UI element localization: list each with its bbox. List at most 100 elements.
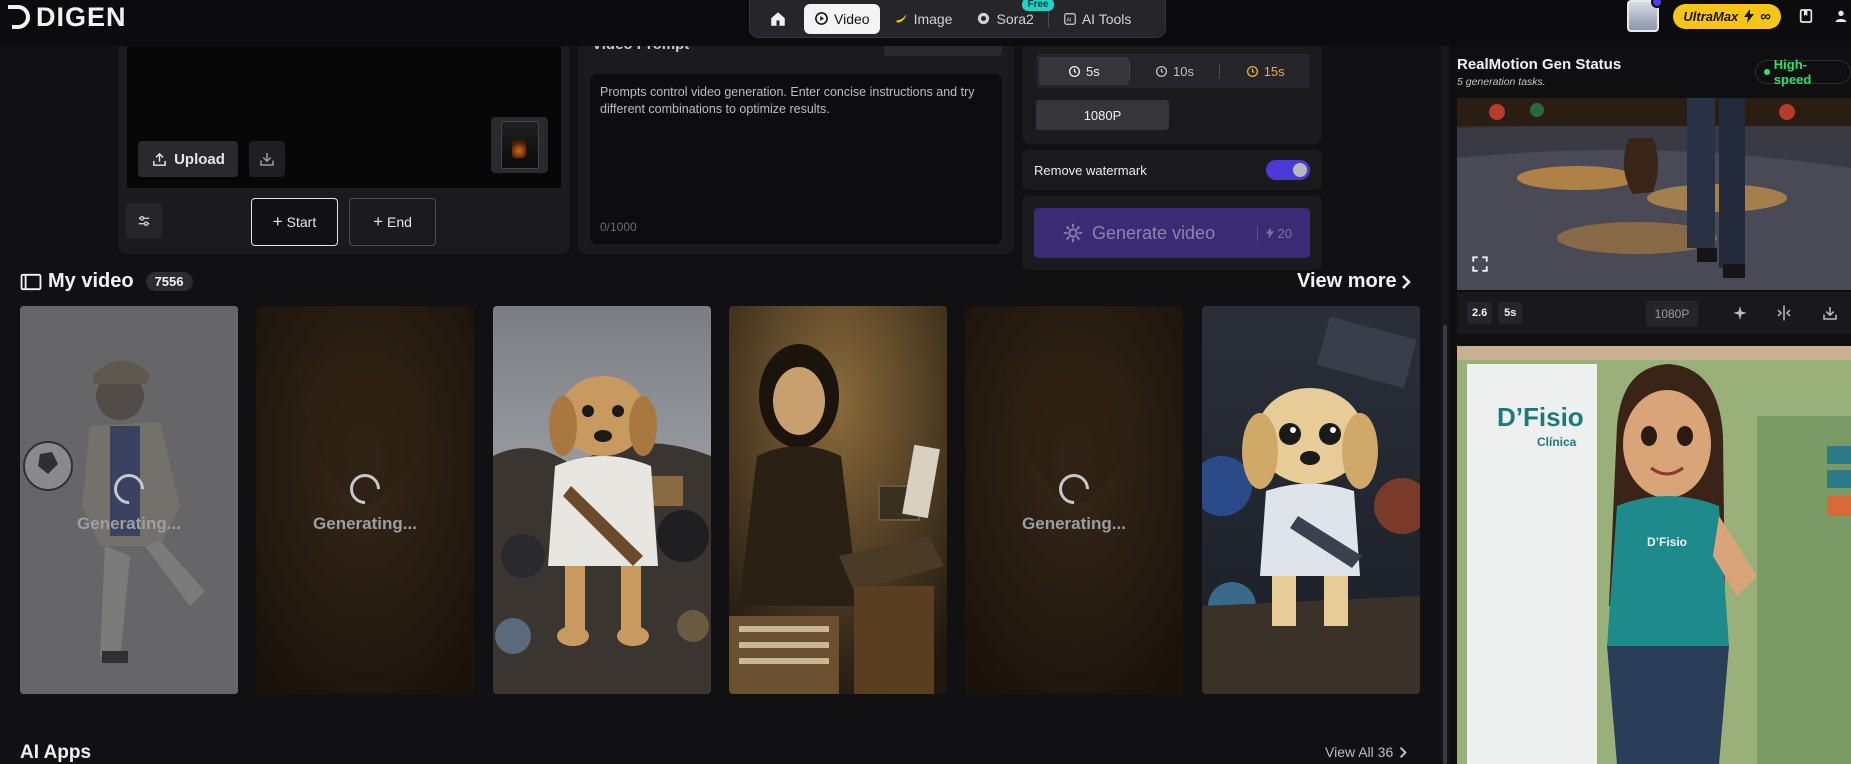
- remove-watermark-row: Remove watermark: [1022, 150, 1322, 190]
- video-grid: Generating... Generating... Generating..…: [20, 306, 1420, 694]
- upload-label: Upload: [174, 150, 225, 168]
- duration-option-10s[interactable]: 10s: [1130, 57, 1220, 85]
- scrollbar-thumb[interactable]: [1443, 325, 1447, 764]
- nav-video-label: Video: [834, 10, 870, 27]
- plan-name: UltraMax: [1683, 8, 1739, 24]
- main-nav: Video Image Sora2 Free AI AI Tools: [749, 0, 1166, 38]
- compare-icon[interactable]: [1775, 304, 1793, 322]
- nav-video[interactable]: Video: [804, 3, 880, 34]
- reference-thumbnail[interactable]: [491, 117, 548, 173]
- bolt-icon: [1744, 9, 1755, 23]
- ai-apps-title: AI Apps: [20, 742, 92, 763]
- view-all-link[interactable]: View All 36: [1325, 744, 1408, 760]
- video-card[interactable]: Generating...: [256, 306, 474, 694]
- nav-image[interactable]: Image: [884, 4, 963, 34]
- video-card[interactable]: [1202, 306, 1420, 694]
- book-icon: [1799, 9, 1813, 23]
- avatar[interactable]: [1627, 0, 1664, 32]
- video-card[interactable]: [729, 306, 947, 694]
- video-library-icon: [20, 273, 42, 290]
- sliders-icon: [138, 216, 150, 226]
- user-menu-button[interactable]: [1831, 5, 1851, 27]
- nav-sora2-label: Sora2: [996, 10, 1034, 27]
- duration-label: 15s: [1263, 63, 1285, 79]
- nav-ai-tools[interactable]: AI AI Tools: [1053, 4, 1142, 34]
- logo-mark-icon: [8, 5, 30, 29]
- nav-image-label: Image: [913, 10, 953, 27]
- account-area: UltraMax ∞: [1627, 0, 1851, 32]
- adjust-settings-button[interactable]: [126, 203, 162, 239]
- end-frame-button[interactable]: + End: [349, 198, 436, 246]
- ratio-chip: 2.6: [1467, 302, 1493, 324]
- banana-icon: [896, 14, 907, 23]
- settings-panel: 5s 10s 15s 1080P Remove watermark Genera…: [1022, 46, 1322, 270]
- chevron-right-icon: [1400, 746, 1408, 758]
- speed-badge: High-speed: [1755, 57, 1851, 87]
- generating-status: Generating...: [1022, 514, 1126, 533]
- prompt-textarea[interactable]: Prompts control video generation. Enter …: [590, 74, 1002, 244]
- nav-ai-tools-label: AI Tools: [1081, 10, 1132, 27]
- card-thumbnail: [1202, 306, 1420, 694]
- upload-icon: [153, 152, 166, 166]
- thumbnail-image: [500, 121, 539, 169]
- enhance-icon[interactable]: [1731, 304, 1749, 322]
- nav-home[interactable]: [756, 4, 800, 34]
- cost-value: 20: [1277, 225, 1292, 241]
- free-badge: Free: [1022, 0, 1054, 11]
- plan-badge[interactable]: UltraMax ∞: [1673, 3, 1781, 29]
- video-card[interactable]: Generating...: [20, 306, 238, 694]
- status-video-controls: 2.6 5s 1080P: [1457, 292, 1851, 334]
- generate-cost: 20: [1256, 225, 1292, 241]
- nav-sora2[interactable]: Sora2 Free: [966, 0, 1054, 34]
- view-more-link[interactable]: View more: [1297, 270, 1411, 293]
- start-label: Start: [286, 214, 317, 230]
- book-button[interactable]: [1795, 5, 1817, 27]
- start-frame-button[interactable]: + Start: [251, 198, 338, 246]
- sidebar-subtitle: 5 generation tasks.: [1457, 76, 1546, 88]
- sidebar-title: RealMotion Gen Status: [1457, 56, 1622, 73]
- card-thumbnail: [729, 306, 947, 694]
- download-icon[interactable]: [1821, 304, 1839, 322]
- svg-text:D’Fisio: D’Fisio: [1647, 535, 1687, 549]
- video-card[interactable]: Generating...: [965, 306, 1183, 694]
- video-count-badge: 7556: [145, 272, 193, 291]
- duration-group: 5s 10s 15s 1080P: [1022, 46, 1322, 144]
- generate-label: Generate video: [1092, 222, 1216, 243]
- plus-icon: +: [272, 212, 283, 231]
- resolution-option-1080p[interactable]: 1080P: [1036, 100, 1169, 130]
- duration-selector: 5s 10s 15s: [1036, 54, 1310, 88]
- import-button[interactable]: [249, 141, 285, 177]
- view-all-label: View All 36: [1325, 744, 1394, 760]
- svg-text:D’Fisio: D’Fisio: [1497, 402, 1584, 432]
- home-icon: [771, 11, 785, 26]
- duration-label: 5s: [1085, 63, 1100, 79]
- duration-option-15s[interactable]: 15s: [1220, 57, 1310, 85]
- status-video-preview[interactable]: [1457, 98, 1851, 290]
- video-icon: [815, 12, 828, 25]
- prompt-placeholder: Prompts control video generation. Enter …: [600, 85, 975, 116]
- notification-dot: [1651, 0, 1664, 8]
- nav-divider: [1047, 10, 1049, 27]
- video-card[interactable]: [493, 306, 711, 694]
- upload-button[interactable]: Upload: [138, 141, 238, 177]
- bolt-icon: [1265, 227, 1274, 239]
- brand-logo[interactable]: DIGEN: [8, 2, 127, 32]
- video-frame: [1457, 98, 1851, 290]
- resolution-chip[interactable]: 1080P: [1646, 301, 1698, 327]
- status-video-preview[interactable]: D’Fisio Clínica D’Fisio: [1457, 346, 1851, 764]
- generate-video-button[interactable]: Generate video 20: [1034, 208, 1310, 258]
- credits-value: ∞: [1760, 7, 1771, 25]
- prompt-panel: Video Prompt Prompts control video gener…: [578, 40, 1014, 254]
- view-more-label: View more: [1297, 270, 1397, 292]
- video-frame: D’Fisio Clínica D’Fisio: [1457, 346, 1851, 764]
- watermark-toggle[interactable]: [1266, 160, 1310, 180]
- duration-option-5s[interactable]: 5s: [1039, 57, 1129, 85]
- prompt-counter: 0/1000: [600, 220, 637, 234]
- my-video-title: My video: [48, 270, 134, 292]
- status-dot-icon: [1764, 69, 1770, 75]
- fullscreen-icon[interactable]: [1471, 255, 1489, 273]
- download-icon: [260, 153, 274, 166]
- duration-label: 10s: [1173, 63, 1194, 79]
- watermark-label: Remove watermark: [1034, 162, 1147, 178]
- svg-text:AI: AI: [1066, 17, 1071, 23]
